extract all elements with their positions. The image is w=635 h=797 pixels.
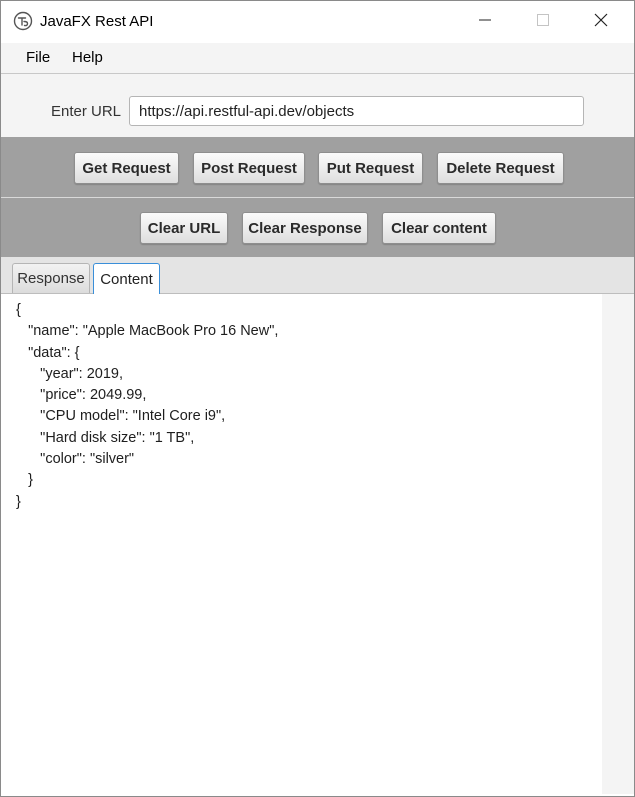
minimize-icon (479, 13, 491, 31)
url-input[interactable] (129, 96, 584, 126)
clear-response-button[interactable]: Clear Response (242, 212, 368, 244)
clear-content-button[interactable]: Clear content (382, 212, 496, 244)
close-icon (594, 13, 608, 32)
maximize-icon (537, 13, 549, 31)
json-content: { "name": "Apple MacBook Pro 16 New", "d… (16, 302, 279, 510)
app-window: JavaFX Rest API File Help Enter URL Get … (0, 0, 635, 797)
url-label: Enter URL (51, 103, 122, 120)
url-section: Enter URL (1, 74, 634, 137)
javafx-logo-icon (13, 11, 33, 31)
minimize-button[interactable] (456, 1, 514, 43)
menu-file[interactable]: File (26, 49, 50, 66)
close-button[interactable] (572, 1, 630, 43)
title-bar: JavaFX Rest API (1, 1, 634, 43)
clear-url-button[interactable]: Clear URL (140, 212, 228, 244)
content-side-strip (602, 294, 634, 794)
window-title: JavaFX Rest API (40, 13, 154, 30)
delete-request-button[interactable]: Delete Request (437, 152, 564, 184)
post-request-button[interactable]: Post Request (193, 152, 305, 184)
tab-bar: Response Content (1, 257, 634, 294)
tab-content[interactable]: Content (93, 263, 160, 294)
menu-help[interactable]: Help (72, 49, 103, 66)
menu-bar: File Help (1, 43, 634, 74)
put-request-button[interactable]: Put Request (318, 152, 423, 184)
maximize-button[interactable] (514, 1, 572, 43)
clear-button-bar: Clear URL Clear Response Clear content (1, 198, 634, 257)
request-button-bar: Get Request Post Request Put Request Del… (1, 137, 634, 197)
get-request-button[interactable]: Get Request (74, 152, 179, 184)
tab-response[interactable]: Response (12, 263, 90, 293)
content-text-area[interactable]: { "name": "Apple MacBook Pro 16 New", "d… (5, 294, 602, 794)
